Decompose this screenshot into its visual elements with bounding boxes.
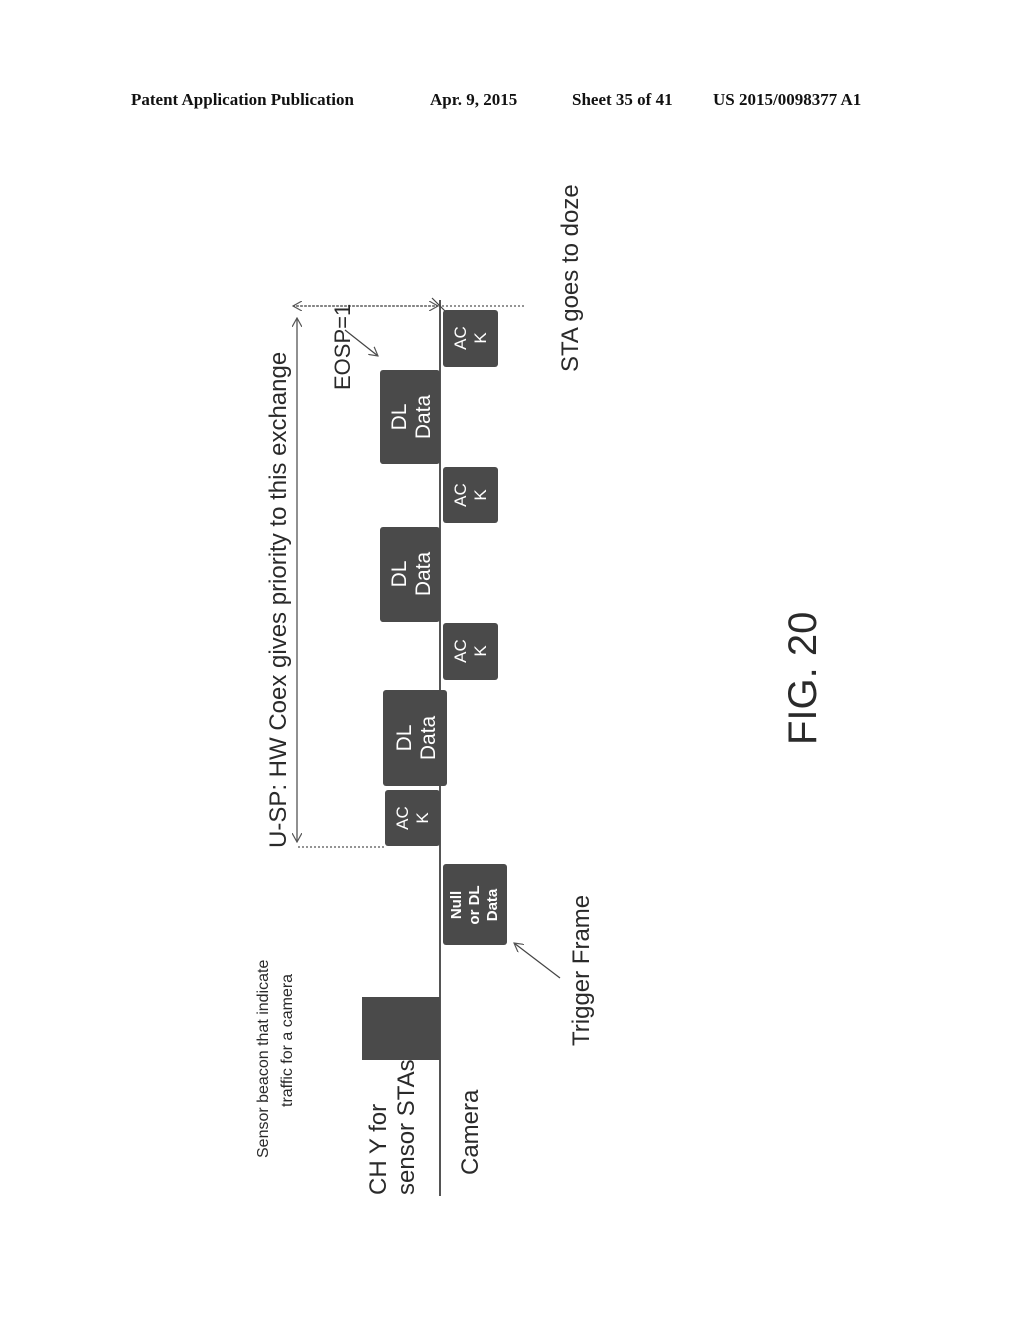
frame-label: K	[471, 332, 490, 344]
ack-frame-4: AC K	[443, 310, 498, 367]
frame-label: AC	[451, 483, 470, 507]
figure-label: FIG. 20	[781, 612, 825, 745]
usp-span-arrow	[297, 318, 385, 848]
frame-label: AC	[451, 326, 470, 350]
camera-lane-label: Camera	[457, 1089, 484, 1175]
channel-lane-label-line1: CH Y for	[365, 1104, 392, 1195]
ack-frame-1: AC K	[385, 790, 440, 846]
eosp-span-arrow	[293, 297, 525, 313]
frame-label: K	[413, 812, 432, 824]
beacon-annotation-line2: traffic for a camera	[279, 974, 296, 1107]
null-or-dl-data-frame: Null or DL Data	[443, 864, 507, 945]
timing-diagram: Null or DL Data AC K DL Data AC K DL Dat	[255, 184, 825, 1196]
sensor-beacon-frame	[362, 997, 440, 1060]
frame-label: K	[471, 645, 490, 657]
channel-lane-label-line2: sensor STAs	[393, 1059, 420, 1195]
frame-label: or DL	[466, 885, 483, 924]
trigger-pointer-arrow	[514, 943, 561, 979]
ack-frame-2: AC K	[443, 623, 498, 680]
dl-data-frame-2: DL Data	[380, 527, 440, 622]
dl-data-frame-3: DL Data	[380, 370, 440, 464]
eosp-label: EOSP=1	[330, 304, 355, 390]
doze-label: STA goes to doze	[557, 184, 584, 372]
frame-label: Data	[484, 888, 501, 921]
frame-label: DL	[388, 404, 411, 431]
trigger-frame-label: Trigger Frame	[568, 895, 595, 1046]
frame-label: Data	[417, 716, 440, 761]
frame-label: AC	[393, 806, 412, 830]
frame-label: DL	[393, 725, 416, 752]
ack-frame-3: AC K	[443, 467, 498, 523]
frame-label: K	[471, 489, 490, 501]
frame-label: Data	[412, 552, 435, 597]
frame-label: Data	[412, 395, 435, 440]
beacon-annotation-line1: Sensor beacon that indicate	[255, 960, 272, 1158]
frame-label: DL	[388, 561, 411, 588]
frame-label: AC	[451, 639, 470, 663]
dl-data-frame-1: DL Data	[383, 690, 447, 786]
frame-label: Null	[448, 891, 465, 919]
usp-label: U-SP: HW Coex gives priority to this exc…	[265, 352, 292, 848]
